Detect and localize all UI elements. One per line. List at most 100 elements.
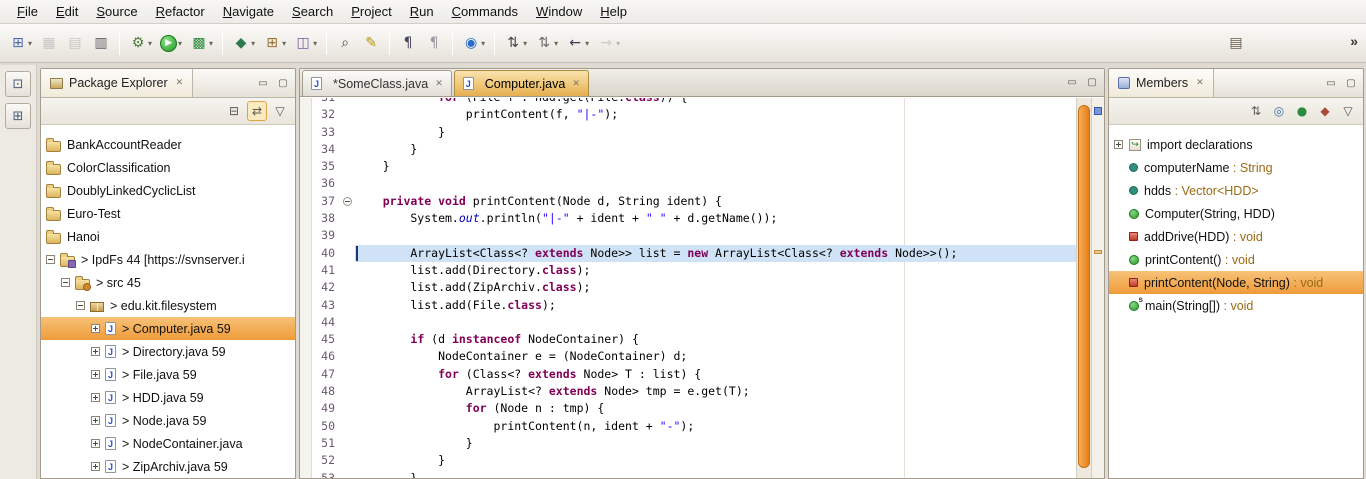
overview-occurrence-mark[interactable] — [1094, 250, 1102, 254]
member-import-declarations[interactable]: import declarations — [1109, 133, 1363, 156]
debug-button[interactable]: ⚙ ▾ — [126, 30, 155, 56]
code-line[interactable]: 32 printContent(f, "|-"); — [312, 106, 1076, 123]
member-main[interactable]: main(String[]) : void — [1109, 294, 1363, 317]
expander-icon[interactable] — [61, 278, 70, 287]
close-tab-icon[interactable]: ✕ — [435, 79, 443, 89]
code-line[interactable]: 35 } — [312, 158, 1076, 175]
project-colorclassification[interactable]: ColorClassification — [41, 156, 295, 179]
expander-icon[interactable] — [1114, 140, 1123, 149]
search-button[interactable]: ⌕ — [333, 30, 357, 56]
menu-project[interactable]: Project — [342, 1, 400, 22]
code-line[interactable]: 43 list.add(File.class); — [312, 297, 1076, 314]
format-button[interactable]: ¶ — [422, 30, 446, 56]
code-line[interactable]: 40 ArrayList<Class<? extends Node>> list… — [312, 245, 1076, 262]
sort-button-1[interactable]: ⇅ ▾ — [501, 30, 530, 56]
file-hdd-java[interactable]: > HDD.java 59 — [41, 386, 295, 409]
toolbar-spacer[interactable] — [625, 30, 1222, 56]
menu-window[interactable]: Window — [527, 1, 591, 22]
expander-icon[interactable] — [91, 416, 100, 425]
menu-search[interactable]: Search — [283, 1, 342, 22]
code-line[interactable]: 38 System.out.println("|-" + ident + " "… — [312, 210, 1076, 227]
back-button[interactable]: ← ▾ — [563, 30, 592, 56]
folder-src[interactable]: > src 45 — [41, 271, 295, 294]
close-view-icon[interactable]: ✕ — [176, 78, 184, 88]
maximize-editor-button[interactable]: ▢ — [1083, 74, 1101, 92]
menu-refactor[interactable]: Refactor — [147, 1, 214, 22]
hide-fields-button[interactable]: ◎ — [1269, 101, 1289, 121]
dropdown-arrow-icon[interactable]: ▾ — [616, 39, 620, 48]
file-file-java[interactable]: > File.java 59 — [41, 363, 295, 386]
project-ipdfs[interactable]: > IpdFs 44 [https://svnserver.i — [41, 248, 295, 271]
open-browser-button[interactable]: ◉ ▾ — [459, 30, 488, 56]
overview-cursor-mark[interactable] — [1094, 107, 1102, 115]
toolbar-separator[interactable] — [494, 31, 495, 55]
sort-button[interactable]: ⇅ — [1246, 101, 1266, 121]
dropdown-arrow-icon[interactable]: ▾ — [523, 39, 527, 48]
member-printcontent-node-string[interactable]: printContent(Node, String) : void — [1109, 271, 1363, 294]
hide-nonpublic-button[interactable]: ◆ — [1315, 101, 1335, 121]
code-line[interactable]: 42 list.add(ZipArchiv.class); — [312, 279, 1076, 296]
pin-editor-button[interactable]: ▤ — [1224, 30, 1248, 56]
file-nodecontainer-java[interactable]: > NodeContainer.java — [41, 432, 295, 455]
new-package-button[interactable]: ⊞ ▾ — [260, 30, 289, 56]
dropdown-arrow-icon[interactable]: ▾ — [178, 39, 182, 48]
highlighter-button[interactable]: ✎ — [359, 30, 383, 56]
expander-icon[interactable] — [76, 301, 85, 310]
minimize-view-button[interactable]: ▭ — [254, 74, 272, 92]
save-button[interactable]: ▦ — [37, 30, 61, 56]
toolbar-overflow-chevron[interactable]: » — [1350, 33, 1358, 49]
link-with-editor-button[interactable]: ⇄ — [247, 101, 267, 121]
forward-button[interactable]: → ▾ — [594, 30, 623, 56]
save-all-button[interactable]: ▤ — [63, 30, 87, 56]
member-adddrive[interactable]: addDrive(HDD) : void — [1109, 225, 1363, 248]
code-line[interactable]: 50 printContent(n, ident + "-"); — [312, 418, 1076, 435]
minimized-view-button-2[interactable]: ⊞ — [5, 103, 31, 129]
menu-file[interactable]: File — [8, 1, 47, 22]
code-line[interactable]: 49 for (Node n : tmp) { — [312, 400, 1076, 417]
code-line[interactable]: 36 — [312, 175, 1076, 192]
dropdown-arrow-icon[interactable]: ▾ — [28, 39, 32, 48]
close-tab-icon[interactable]: ✕ — [572, 79, 580, 89]
member-hdds[interactable]: hdds : Vector<HDD> — [1109, 179, 1363, 202]
toolbar-separator[interactable] — [326, 31, 327, 55]
dropdown-arrow-icon[interactable]: ▾ — [209, 39, 213, 48]
code-line[interactable]: 34 } — [312, 141, 1076, 158]
expander-icon[interactable] — [46, 255, 55, 264]
menu-navigate[interactable]: Navigate — [214, 1, 283, 22]
code-line[interactable]: 52 } — [312, 452, 1076, 469]
scrollbar-thumb[interactable] — [1078, 105, 1090, 468]
minimized-view-button-1[interactable]: ⊡ — [5, 71, 31, 97]
file-ziparchiv-java[interactable]: > ZipArchiv.java 59 — [41, 455, 295, 478]
toolbar-separator[interactable] — [389, 31, 390, 55]
member-printcontent[interactable]: printContent() : void — [1109, 248, 1363, 271]
menu-edit[interactable]: Edit — [47, 1, 87, 22]
project-hanoi[interactable]: Hanoi — [41, 225, 295, 248]
menu-help[interactable]: Help — [591, 1, 636, 22]
expander-icon[interactable] — [91, 370, 100, 379]
members-tab[interactable]: Members ✕ — [1109, 69, 1214, 97]
member-computername[interactable]: computerName : String — [1109, 156, 1363, 179]
editor-vertical-scrollbar[interactable] — [1076, 98, 1091, 478]
code-line[interactable]: 47 for (Class<? extends Node> T : list) … — [312, 366, 1076, 383]
tab-computer-java[interactable]: Computer.java ✕ — [454, 70, 589, 96]
show-whitespace-button[interactable]: ¶ — [396, 30, 420, 56]
view-menu-button[interactable]: ▽ — [270, 101, 290, 121]
expander-icon[interactable] — [91, 347, 100, 356]
expander-icon[interactable] — [91, 439, 100, 448]
close-view-icon[interactable]: ✕ — [1196, 78, 1204, 88]
project-euro-test[interactable]: Euro-Test — [41, 202, 295, 225]
maximize-view-button[interactable]: ▢ — [1342, 74, 1360, 92]
project-doublylinkedcycliclist[interactable]: DoublyLinkedCyclicList — [41, 179, 295, 202]
toolbar-separator[interactable] — [452, 31, 453, 55]
dropdown-arrow-icon[interactable]: ▾ — [481, 39, 485, 48]
toolbar-separator[interactable] — [222, 31, 223, 55]
sort-button-2[interactable]: ⇅ ▾ — [532, 30, 561, 56]
collapse-all-button[interactable]: ⊟ — [224, 101, 244, 121]
code-line[interactable]: 44 — [312, 314, 1076, 331]
code-line[interactable]: 33 } — [312, 124, 1076, 141]
maximize-view-button[interactable]: ▢ — [274, 74, 292, 92]
dropdown-arrow-icon[interactable]: ▾ — [251, 39, 255, 48]
file-computer-java[interactable]: > Computer.java 59 — [41, 317, 295, 340]
expander-icon[interactable] — [91, 324, 100, 333]
code-line[interactable]: 37 private void printContent(Node d, Str… — [312, 193, 1076, 210]
